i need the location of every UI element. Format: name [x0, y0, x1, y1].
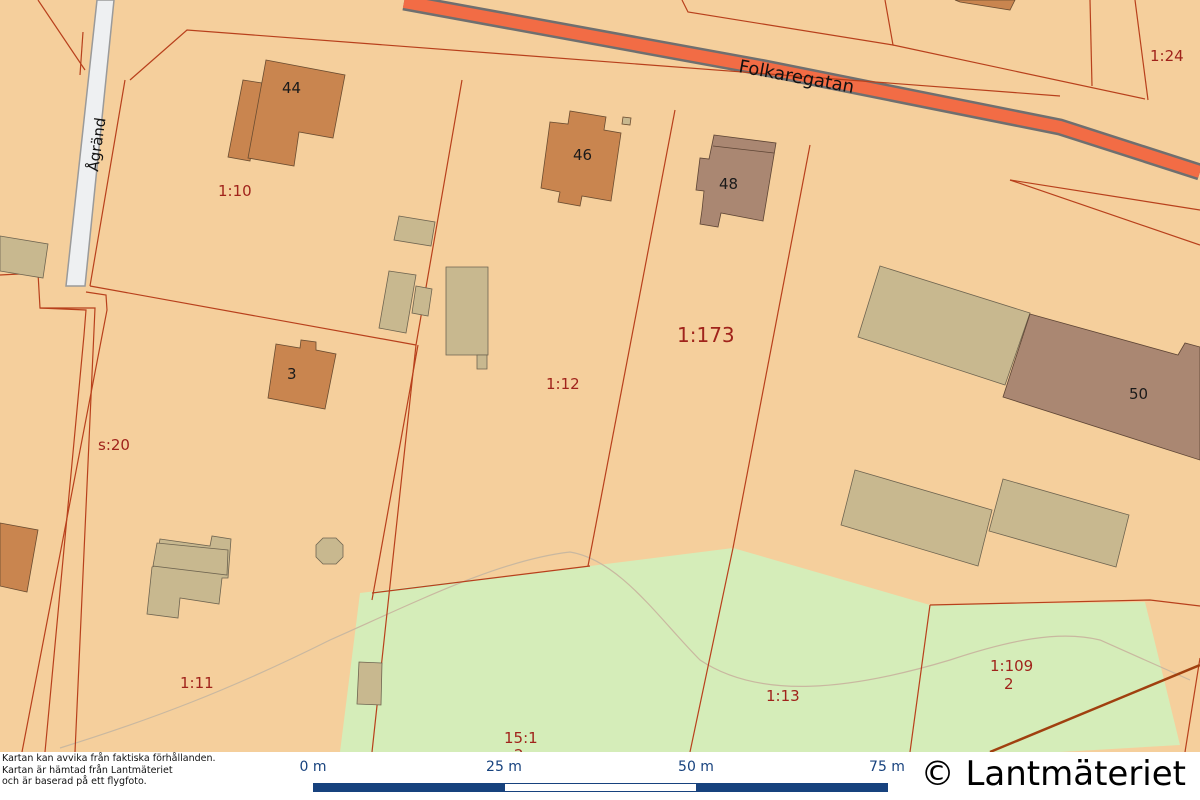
building-octagon — [315, 537, 344, 565]
parcel-label: s:20 — [98, 436, 130, 454]
house-number: 50 — [1129, 385, 1148, 403]
parcel-label: 1:13 — [766, 687, 800, 705]
disclaimer-line: Kartan kan avvika från faktiska förhålla… — [2, 753, 216, 764]
house-number: 44 — [282, 79, 301, 97]
building-long — [445, 266, 489, 356]
map-canvas[interactable]: Folkaregatan Ågränd 1:24 1:10 1:173 1:12… — [0, 0, 1200, 800]
map-view[interactable]: Folkaregatan Ågränd 1:24 1:10 1:173 1:12… — [0, 0, 1200, 800]
copyright-notice: © Lantmäteriet — [920, 754, 1186, 794]
scale-label-75: 75 m — [869, 759, 905, 775]
building-shed-b — [411, 285, 433, 317]
parcel-sublabel: 2 — [1004, 675, 1014, 693]
building-long-tip — [476, 354, 488, 370]
scale-segment-2 — [504, 783, 697, 792]
scale-segment-1 — [313, 783, 505, 792]
disclaimer-line: Kartan är hämtad från Lantmäteriet — [2, 764, 173, 776]
parcel-label: 1:109 — [990, 657, 1033, 675]
scale-segment-3 — [696, 783, 888, 792]
scale-label-50: 50 m — [678, 759, 714, 775]
parcel-label: 1:11 — [180, 674, 214, 692]
house-number: 3 — [287, 365, 297, 383]
parcel-label: 15:1 — [504, 729, 538, 747]
scale-label-0: 0 m — [299, 759, 327, 775]
parcel-label: 1:10 — [218, 182, 252, 200]
map-disclaimer: Kartan kan avvika från faktiska förhålla… — [2, 753, 216, 788]
disclaimer-line: och är baserad på ett flygfoto. — [2, 776, 147, 787]
parcel-label: 1:12 — [546, 375, 580, 393]
parcel-label: 1:24 — [1150, 47, 1184, 65]
house-number: 48 — [719, 175, 738, 193]
parcel-label: 1:173 — [677, 323, 735, 347]
scale-label-25: 25 m — [486, 759, 522, 775]
house-46-dot — [621, 116, 632, 126]
building-green-small — [356, 661, 383, 706]
house-number: 46 — [573, 146, 592, 164]
